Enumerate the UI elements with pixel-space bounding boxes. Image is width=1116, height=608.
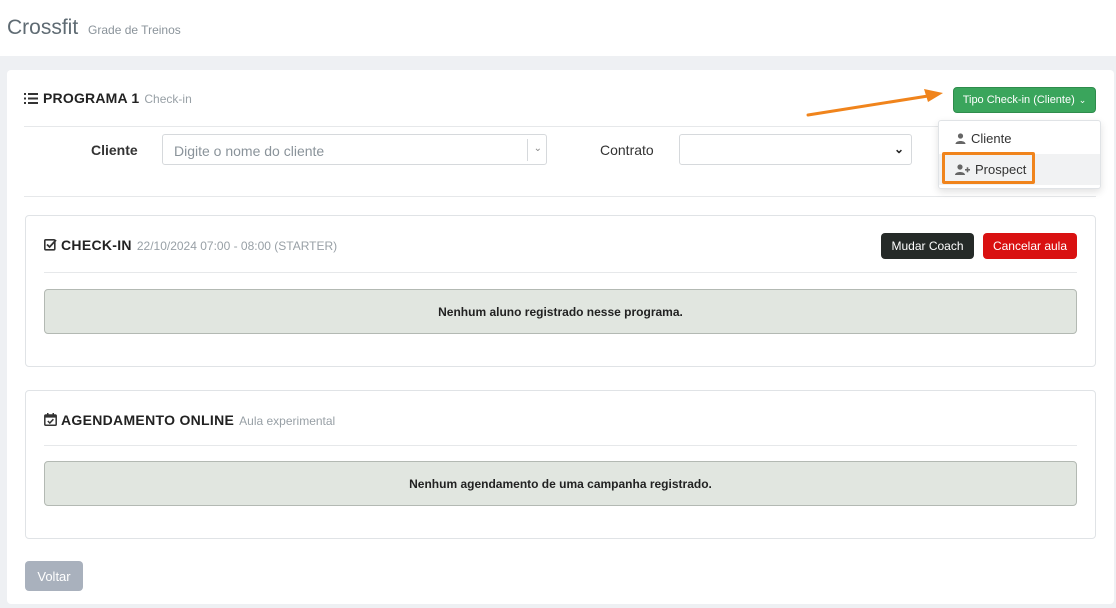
online-scheduling-section: AGENDAMENTO ONLINE Aula experimental Nen… [25, 390, 1096, 539]
program-title: PROGRAMA 1 [43, 90, 140, 106]
dropdown-item-prospect[interactable]: Prospect [939, 154, 1100, 185]
dropdown-item-prospect-label: Prospect [975, 162, 1027, 177]
contrato-select[interactable]: ⌄ [679, 134, 912, 165]
agenda-empty-message: Nenhum agendamento de uma campanha regis… [44, 461, 1077, 506]
cliente-label: Cliente [91, 142, 138, 158]
agenda-title: AGENDAMENTO ONLINE [61, 412, 235, 428]
checkin-empty-message: Nenhum aluno registrado nesse programa. [44, 289, 1077, 334]
back-button[interactable]: Voltar [25, 561, 83, 591]
input-separator [527, 139, 528, 161]
user-plus-icon [955, 164, 970, 175]
dropdown-item-cliente-label: Cliente [971, 131, 1012, 146]
contrato-label: Contrato [600, 142, 654, 158]
checkin-divider [44, 272, 1077, 273]
cliente-search-input[interactable]: Digite o nome do cliente ⌄ [162, 134, 547, 165]
program-card: PROGRAMA 1 Check-in Tipo Check-in (Clien… [7, 70, 1114, 604]
check-square-icon [44, 238, 57, 251]
program-header: PROGRAMA 1 Check-in [24, 90, 192, 106]
calendar-check-icon [44, 413, 57, 426]
chevron-down-icon: ⌄ [1078, 94, 1087, 105]
change-coach-button[interactable]: Mudar Coach [881, 233, 974, 259]
app-subtitle: Grade de Treinos [88, 23, 181, 37]
header-divider [24, 126, 938, 127]
checkin-type-button[interactable]: Tipo Check-in (Cliente) ⌄ [953, 87, 1096, 113]
cancel-class-button[interactable]: Cancelar aula [983, 233, 1077, 259]
agenda-header: AGENDAMENTO ONLINE Aula experimental [44, 412, 335, 428]
checkin-section: CHECK-IN 22/10/2024 07:00 - 08:00 (START… [25, 215, 1096, 367]
checkin-type-label: Tipo Check-in (Cliente) [962, 94, 1075, 106]
dropdown-item-cliente[interactable]: Cliente [939, 123, 1100, 154]
checkin-header: CHECK-IN 22/10/2024 07:00 - 08:00 (START… [44, 237, 337, 253]
app-title: Crossfit Grade de Treinos [7, 16, 181, 40]
cliente-placeholder: Digite o nome do cliente [174, 143, 325, 159]
top-bar: Crossfit Grade de Treinos [0, 0, 1116, 56]
annotation-arrow-icon [806, 89, 943, 117]
checkin-datetime: 22/10/2024 07:00 - 08:00 (STARTER) [136, 239, 338, 253]
app-title-text: Crossfit [7, 16, 79, 39]
checkin-title: CHECK-IN [61, 237, 132, 253]
list-icon [24, 93, 38, 104]
agenda-divider [44, 445, 1077, 446]
agenda-subtitle: Aula experimental [239, 414, 336, 428]
chevron-down-icon: ⌄ [533, 143, 542, 154]
user-icon [955, 133, 966, 144]
checkin-type-dropdown: Cliente Prospect [938, 120, 1101, 189]
chevron-down-icon: ⌄ [893, 142, 904, 156]
program-subtitle: Check-in [144, 92, 192, 106]
form-divider [24, 196, 1096, 197]
